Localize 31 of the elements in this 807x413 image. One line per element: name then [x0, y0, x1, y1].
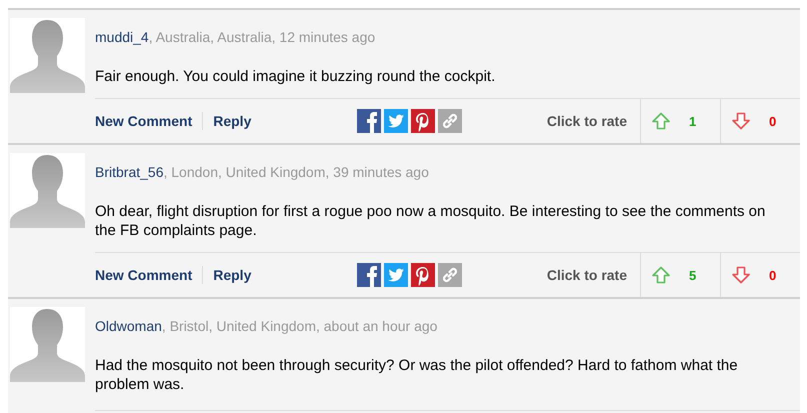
bird-icon[interactable]	[384, 109, 408, 133]
link-icon[interactable]	[438, 109, 462, 133]
author-link[interactable]: Britbrat_56	[95, 164, 164, 180]
rate-label: Click to rate	[546, 113, 627, 129]
upvote-count: 1	[689, 114, 696, 128]
link-icon[interactable]	[438, 263, 462, 287]
bird-icon[interactable]	[384, 263, 408, 287]
new-comment-link[interactable]: New Comment	[95, 113, 192, 129]
up-arrow-icon[interactable]	[651, 112, 671, 130]
comment-meta: , London, United Kingdom, 39 minutes ago	[163, 164, 429, 180]
pinterest-icon[interactable]	[411, 109, 435, 133]
downvote-count: 0	[769, 268, 776, 282]
reply-link[interactable]: Reply	[213, 113, 252, 129]
rate-label: Click to rate	[546, 267, 627, 283]
author-link[interactable]: muddi_4	[95, 29, 149, 45]
reply-link[interactable]: Reply	[213, 267, 252, 283]
comment-text: Fair enough. You could imagine it buzzing round the cockpit.	[95, 67, 496, 86]
comment-text: Oh dear, flight disruption for first a rogue poo now a mosquito. Be interesting to see the comments on the FB complaints page.	[95, 202, 766, 240]
down-arrow-icon[interactable]	[731, 112, 751, 130]
pinterest-icon[interactable]	[411, 263, 435, 287]
new-comment-link[interactable]: New Comment	[95, 267, 192, 283]
author-link[interactable]: Oldwoman	[95, 318, 162, 334]
comment-text: Had the mosquito not been through security? Or was the pilot offended? Hard to fathom what the problem was.	[95, 356, 739, 394]
comment-meta: , Australia, Australia, 12 minutes ago	[148, 29, 376, 45]
downvote-count: 0	[769, 114, 776, 128]
facebook-icon[interactable]	[357, 109, 381, 133]
facebook-icon[interactable]	[357, 263, 381, 287]
up-arrow-icon[interactable]	[651, 266, 671, 284]
comment-meta: , Bristol, United Kingdom, about an hour ago	[162, 318, 438, 334]
down-arrow-icon[interactable]	[731, 266, 751, 284]
upvote-count: 5	[689, 268, 696, 282]
